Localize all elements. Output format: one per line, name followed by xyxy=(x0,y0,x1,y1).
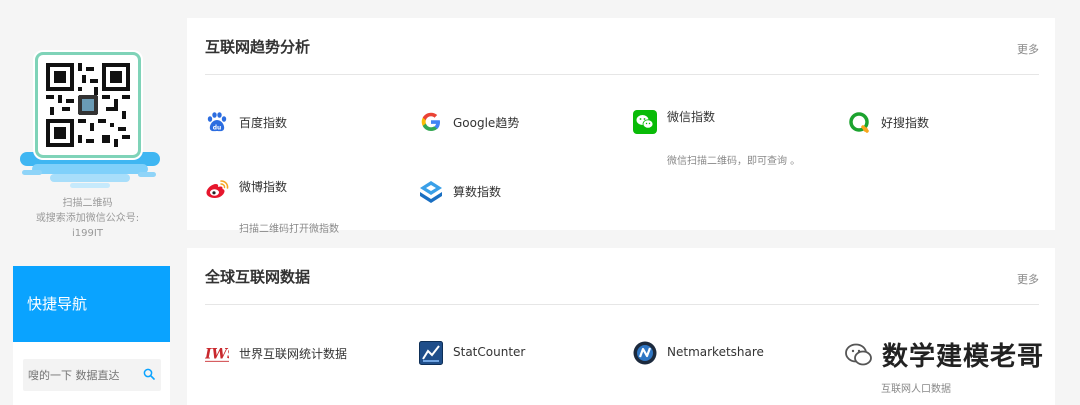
haosou-icon xyxy=(847,110,871,134)
item-label: 算数指数 xyxy=(453,185,502,199)
weibo-icon xyxy=(205,178,229,202)
qr-caption-line-1: 扫描二维码 xyxy=(62,198,113,209)
card-header: 全球互联网数据 更多 xyxy=(205,248,1039,305)
card-header: 互联网趋势分析 更多 xyxy=(205,18,1039,75)
item-label: 微信指数 xyxy=(667,110,716,124)
qr-code-block xyxy=(20,52,160,192)
iws-icon: IWS xyxy=(205,341,229,365)
haosou-index-link[interactable]: 好搜指数 xyxy=(847,110,1027,142)
qr-caption-line-2: 或搜索添加微信公众号: xyxy=(35,213,140,224)
more-link[interactable]: 更多 xyxy=(1017,271,1039,287)
weibo-index-link[interactable]: 微博指数 扫描二维码打开微指数 xyxy=(205,178,405,235)
netmarketshare-icon xyxy=(633,341,657,365)
qr-card xyxy=(35,52,141,158)
item-label: 好搜指数 xyxy=(881,116,930,130)
baidu-index-link[interactable]: du 百度指数 xyxy=(205,110,385,142)
item-subtext: 扫描二维码打开微指数 xyxy=(239,224,339,235)
netmarketshare-link[interactable]: Netmarketshare xyxy=(633,341,833,373)
suanshu-index-link[interactable]: 算数指数 xyxy=(419,178,599,210)
left-sidebar: 扫描二维码 或搜索添加微信公众号: i199IT 快捷导航 xyxy=(0,0,175,405)
statcounter-link[interactable]: StatCounter xyxy=(419,341,599,373)
item-subtext: 互联网人口数据 xyxy=(881,384,951,395)
search-input[interactable] xyxy=(23,359,135,391)
suanshu-icon xyxy=(419,180,443,204)
global-internet-data-card: 全球互联网数据 更多 IWS 世界互联网统计数据 StatCounter xyxy=(187,248,1055,405)
svg-text:du: du xyxy=(213,125,222,132)
more-link[interactable]: 更多 xyxy=(1017,41,1039,57)
qr-caption-line-3: i199IT xyxy=(72,228,103,239)
google-trends-link[interactable]: Google趋势 xyxy=(419,110,599,142)
quick-nav-panel: 快捷导航 xyxy=(13,266,170,405)
item-label: Netmarketshare xyxy=(667,345,764,359)
svg-text:IWS: IWS xyxy=(205,347,229,363)
wechat-bubble-icon xyxy=(845,343,872,366)
quick-nav-title: 快捷导航 xyxy=(13,266,170,342)
card-title: 全球互联网数据 xyxy=(205,268,311,286)
item-label: StatCounter xyxy=(453,345,526,359)
item-label: 世界互联网统计数据 xyxy=(239,347,348,361)
baidu-icon: du xyxy=(205,110,229,134)
nav-search-box xyxy=(23,359,161,391)
trend-analysis-card: 互联网趋势分析 更多 du 百度指数 Google趋势 微信指数 微信扫描二维码… xyxy=(187,18,1055,235)
internet-world-stats-link[interactable]: IWS 世界互联网统计数据 xyxy=(205,341,405,373)
item-label: Google趋势 xyxy=(453,116,520,130)
search-icon[interactable] xyxy=(143,368,155,380)
google-icon xyxy=(419,110,443,134)
wechat-icon xyxy=(633,110,657,134)
statcounter-icon xyxy=(419,341,443,365)
qr-code-icon xyxy=(46,63,130,147)
watermark-text: 数学建模老哥 xyxy=(882,342,1045,372)
wechat-index-link[interactable]: 微信指数 微信扫描二维码，即可查询 。 xyxy=(633,110,833,170)
item-label: 微博指数 xyxy=(239,180,288,194)
card-title: 互联网趋势分析 xyxy=(205,38,311,56)
item-subtext: 微信扫描二维码，即可查询 。 xyxy=(667,156,801,167)
item-label: 百度指数 xyxy=(239,116,288,130)
